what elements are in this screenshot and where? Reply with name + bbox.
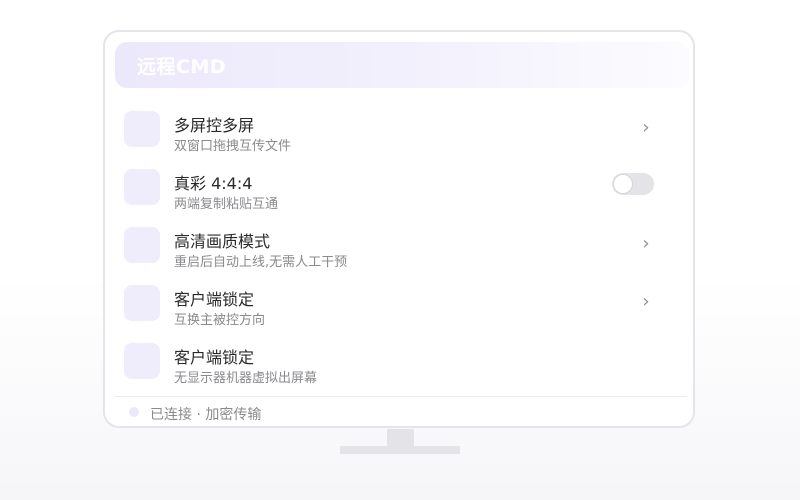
setting-row-true-color: 真彩 4:4:4 两端复制粘贴互通 (105, 158, 693, 216)
chevron-right-icon[interactable]: › (640, 234, 652, 254)
setting-subtitle: 双窗口拖拽互传文件 (174, 139, 292, 154)
status-bar: 已连接 · 加密传输 (105, 396, 693, 426)
setting-row-client-lock[interactable]: 客户端锁定 互换主被控方向 › (105, 274, 693, 332)
multi-screen-icon (124, 111, 160, 147)
setting-title: 真彩 4:4:4 (174, 174, 253, 193)
setting-row-multi-screen[interactable]: 多屏控多屏 双窗口拖拽互传文件 › (105, 100, 693, 158)
setting-title: 多屏控多屏 (174, 116, 255, 135)
title-bar: 远程CMD (115, 42, 689, 88)
setting-row-client-lock-virtual[interactable]: 客户端锁定 无显示器机器虚拟出屏幕 (105, 332, 693, 390)
monitor-frame: 远程CMD 多屏控多屏 双窗口拖拽互传文件 › 真彩 4:4:4 两端复制粘贴互… (103, 30, 695, 428)
window-title: 远程CMD (137, 55, 227, 78)
monitor-stand-neck (387, 429, 414, 446)
true-color-toggle[interactable] (612, 173, 654, 195)
monitor-stand-base (340, 446, 460, 454)
setting-title: 客户端锁定 (174, 290, 255, 309)
status-divider (115, 396, 687, 397)
status-dot-icon (129, 407, 139, 417)
setting-subtitle: 重启后自动上线,无需人工干预 (174, 255, 348, 270)
setting-row-hd-quality[interactable]: 高清画质模式 重启后自动上线,无需人工干预 › (105, 216, 693, 274)
status-text: 已连接 · 加密传输 (150, 407, 262, 423)
virtual-screen-icon (124, 343, 160, 379)
chevron-right-icon[interactable]: › (640, 292, 652, 312)
setting-title: 客户端锁定 (174, 348, 255, 367)
stage: 远程CMD 多屏控多屏 双窗口拖拽互传文件 › 真彩 4:4:4 两端复制粘贴互… (0, 0, 800, 500)
toggle-knob (614, 175, 632, 193)
true-color-icon (124, 169, 160, 205)
setting-subtitle: 互换主被控方向 (174, 313, 266, 328)
client-lock-icon (124, 285, 160, 321)
setting-subtitle: 无显示器机器虚拟出屏幕 (174, 371, 318, 386)
setting-title: 高清画质模式 (174, 232, 271, 251)
hd-quality-icon (124, 227, 160, 263)
setting-subtitle: 两端复制粘贴互通 (174, 197, 279, 212)
chevron-right-icon[interactable]: › (640, 118, 652, 138)
settings-list: 多屏控多屏 双窗口拖拽互传文件 › 真彩 4:4:4 两端复制粘贴互通 高清画质… (105, 100, 693, 390)
